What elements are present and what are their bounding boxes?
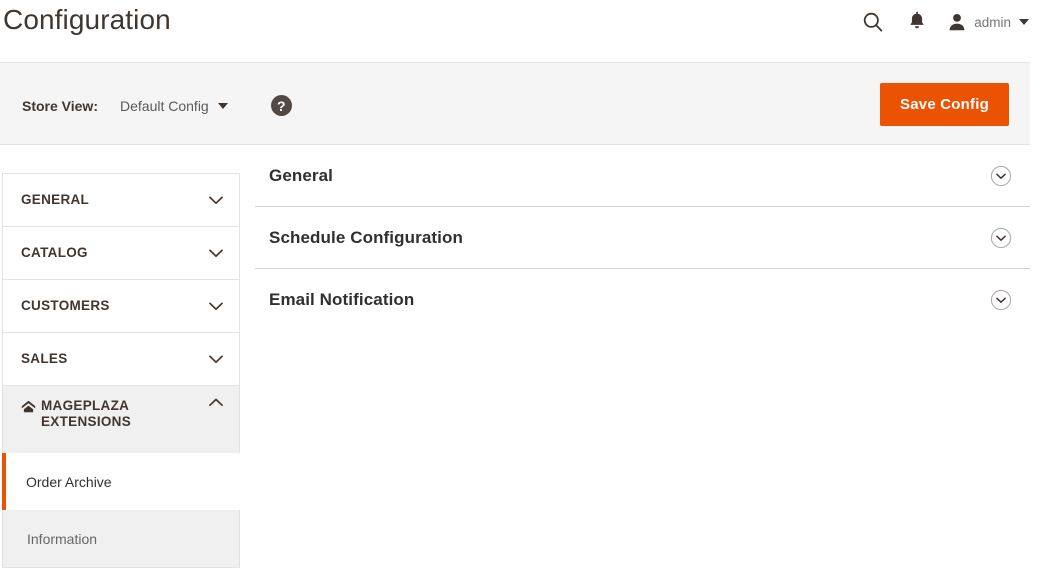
fieldset-general[interactable]: General [255, 145, 1041, 207]
user-avatar-icon [949, 14, 965, 31]
caret-down-icon [217, 102, 228, 109]
sidebar-item-order-archive[interactable]: Order Archive [2, 453, 243, 510]
chevron-down-circle-icon[interactable] [990, 165, 1012, 187]
admin-header: Configuration admin [0, 0, 1041, 50]
store-view-switcher-group: Store View: Default Config ? [22, 95, 292, 116]
config-fieldsets: General Schedule Configuration Email Not… [255, 145, 1041, 331]
save-config-button[interactable]: Save Config [880, 83, 1009, 126]
bell-icon [910, 11, 924, 29]
header-tools: admin [851, 6, 1029, 38]
chevron-down-icon [209, 196, 223, 204]
search-icon [864, 12, 883, 32]
chevron-down-circle-icon[interactable] [990, 227, 1012, 249]
sidebar-section-label: CATALOG [21, 245, 88, 260]
right-gutter [1030, 0, 1041, 578]
sidebar-item-information[interactable]: Information [3, 510, 239, 567]
sidebar-section-label: SALES [21, 351, 68, 366]
store-view-label: Store View: [22, 97, 98, 114]
config-nav: GENERAL CATALOG CUSTOMERS SALES MAGEPLAZ… [2, 173, 243, 568]
chevron-down-icon [209, 355, 223, 363]
fieldset-email-notification[interactable]: Email Notification [255, 269, 1041, 331]
chevron-down-circle-icon[interactable] [990, 289, 1012, 311]
mageplaza-roof-icon [21, 400, 36, 413]
sidebar-section-label: GENERAL [21, 192, 90, 207]
fieldset-title: Email Notification [269, 290, 415, 309]
chevron-down-icon [209, 249, 223, 257]
chevron-down-icon [209, 302, 223, 310]
store-view-selected-value: Default Config [120, 97, 209, 114]
sidebar-section-label: MAGEPLAZA EXTENSIONS [41, 398, 132, 429]
sidebar-item-label: Order Archive [26, 473, 112, 490]
user-name-label: admin [974, 14, 1011, 30]
user-menu[interactable]: admin [939, 12, 1029, 32]
fieldset-title: Schedule Configuration [269, 227, 463, 247]
sidebar-item-label: Information [27, 530, 98, 547]
sidebar-section-mageplaza-extensions[interactable]: MAGEPLAZA EXTENSIONS [2, 385, 240, 453]
search-button[interactable] [851, 6, 895, 38]
sidebar-section-label: CUSTOMERS [21, 298, 110, 313]
fieldset-title: General [269, 165, 334, 185]
sidebar-section-customers[interactable]: CUSTOMERS [2, 279, 240, 332]
store-view-bar: Store View: Default Config ? Save Config [0, 62, 1030, 145]
sidebar-section-title-wrap: MAGEPLAZA EXTENSIONS [21, 398, 201, 430]
sidebar-subgroup-mageplaza: Order Archive Information [2, 453, 243, 568]
fieldset-schedule-configuration[interactable]: Schedule Configuration [255, 207, 1041, 269]
question-mark-icon[interactable]: ? [270, 95, 292, 116]
sidebar-section-general[interactable]: GENERAL [2, 173, 240, 226]
admin-configuration-page: Configuration admin Store View: Default … [0, 0, 1041, 578]
notifications-button[interactable] [895, 6, 939, 38]
caret-down-icon [1019, 19, 1029, 25]
sidebar-section-catalog[interactable]: CATALOG [2, 226, 240, 279]
page-title: Configuration [3, 4, 171, 35]
chevron-up-icon [209, 398, 223, 407]
sidebar-section-sales[interactable]: SALES [2, 332, 240, 385]
content-area: GENERAL CATALOG CUSTOMERS SALES MAGEPLAZ… [0, 145, 1041, 578]
store-view-select[interactable]: Default Config [120, 98, 228, 114]
